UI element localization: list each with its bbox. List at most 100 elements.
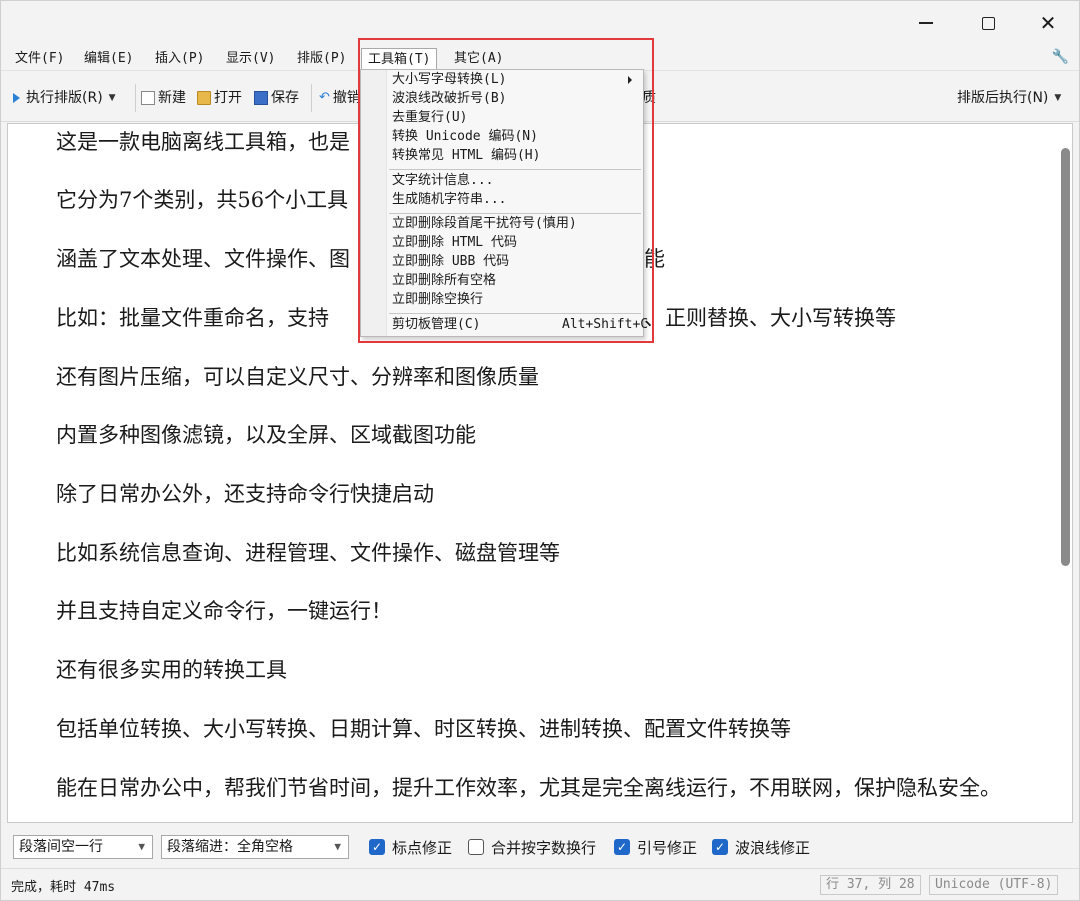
- undo-label: 撤销: [332, 90, 361, 106]
- title-bar: ✕: [1, 1, 1079, 45]
- menu-item-strip-spaces[interactable]: 立即删除所有空格: [392, 272, 496, 290]
- menu-item-tilde-to-dash[interactable]: 波浪线改破折号(B): [392, 90, 506, 108]
- chevron-down-icon: ▼: [138, 840, 145, 853]
- menu-item-strip-empty-lines[interactable]: 立即删除空换行: [392, 291, 483, 309]
- editor-paragraph: 能在日常办公中，帮我们节省时间，提升工作效率，尤其是完全离线运行，不用联网，保护…: [56, 776, 1001, 800]
- paragraph-indent-value: 段落缩进：全角空格: [167, 839, 293, 855]
- menu-other[interactable]: 其它(A): [448, 48, 509, 69]
- menu-item-strip-ubb[interactable]: 立即删除 UBB 代码: [392, 253, 509, 271]
- menu-item-html-entity-convert[interactable]: 转换常见 HTML 编码(H): [392, 147, 540, 165]
- menu-view[interactable]: 显示(V): [220, 48, 281, 69]
- menu-item-label: 剪切板管理(C): [392, 317, 481, 332]
- paragraph-indent-select[interactable]: 段落缩进：全角空格 ▼: [161, 835, 349, 859]
- save-icon: [254, 91, 268, 105]
- new-label: 新建: [158, 90, 186, 106]
- menu-item-strip-edge-symbols[interactable]: 立即删除段首尾干扰符号(慎用): [392, 215, 577, 233]
- checkbox-label: 波浪线修正: [735, 838, 811, 857]
- run-layout-label: 执行排版(R): [26, 90, 103, 106]
- editor-paragraph-tail: 、正则替换、大小写转换等: [644, 306, 896, 330]
- menu-separator: [389, 313, 641, 314]
- menu-edit[interactable]: 编辑(E): [78, 48, 139, 69]
- editor-paragraph: 还有很多实用的转换工具: [56, 658, 287, 682]
- options-bar: 段落间空一行 ▼ 段落缩进：全角空格 ▼ ✓ 标点修正 合并按字数换行 ✓ 引号…: [1, 824, 1079, 869]
- editor-paragraph: 除了日常办公外，还支持命令行快捷启动: [56, 482, 434, 506]
- chevron-down-icon[interactable]: ▼: [1054, 88, 1061, 108]
- after-layout-label: 排版后执行(N): [957, 90, 1049, 106]
- editor-paragraph: 比如：批量文件重命名，支持: [56, 306, 329, 330]
- status-bar: 完成，耗时 47ms 行 37, 列 28 Unicode (UTF-8): [1, 870, 1079, 900]
- quote-fix-checkbox[interactable]: ✓ 引号修正: [614, 837, 697, 857]
- checkbox-label: 标点修正: [392, 838, 453, 857]
- menu-item-case-convert[interactable]: 大小写字母转换(L): [392, 71, 640, 89]
- undo-icon: ↶: [319, 90, 330, 105]
- play-icon: [13, 93, 20, 103]
- menu-item-shortcut: Alt+Shift+C: [562, 317, 649, 332]
- editor-paragraph: 它分为7个类别，共56个小工具: [56, 188, 349, 212]
- open-button[interactable]: 打开: [197, 88, 242, 108]
- toolbar-divider: [135, 84, 136, 112]
- folder-icon: [197, 91, 211, 105]
- punctuation-fix-checkbox[interactable]: ✓ 标点修正: [369, 837, 452, 857]
- wrench-icon[interactable]: 🔧: [1052, 49, 1069, 65]
- editor-paragraph: 还有图片压缩，可以自定义尺寸、分辨率和图像质量: [56, 365, 539, 389]
- menu-item-unicode-convert[interactable]: 转换 Unicode 编码(N): [392, 128, 538, 146]
- menu-bar: 文件(F) 编辑(E) 插入(P) 显示(V) 排版(P) 工具箱(T) 其它(…: [1, 45, 1079, 71]
- toolbar-hidden-item[interactable]: 质: [642, 88, 656, 108]
- menu-icon-gutter: [361, 70, 387, 336]
- checkbox-unchecked-icon: [468, 839, 484, 855]
- close-icon: ✕: [1039, 11, 1057, 35]
- menu-item-random-string[interactable]: 生成随机字符串...: [392, 191, 506, 209]
- submenu-arrow-icon: [628, 76, 632, 84]
- app-window: ✕ 文件(F) 编辑(E) 插入(P) 显示(V) 排版(P) 工具箱(T) 其…: [0, 0, 1080, 901]
- editor-paragraph-tail: 能: [644, 247, 665, 271]
- new-file-icon: [141, 91, 155, 105]
- editor-paragraph: 比如系统信息查询、进程管理、文件操作、磁盘管理等: [56, 541, 560, 565]
- menu-toolbox[interactable]: 工具箱(T): [361, 48, 438, 71]
- save-label: 保存: [271, 90, 299, 106]
- chevron-down-icon[interactable]: ▼: [109, 88, 116, 108]
- minimize-button[interactable]: [895, 1, 957, 45]
- menu-insert[interactable]: 插入(P): [149, 48, 210, 69]
- toolbar-partial-label: 质: [642, 90, 656, 106]
- new-button[interactable]: 新建: [141, 88, 186, 108]
- menu-item-text-stats[interactable]: 文字统计信息...: [392, 172, 493, 190]
- checkbox-checked-icon: ✓: [614, 839, 630, 855]
- toolbar-divider: [311, 84, 312, 112]
- editor-paragraph: 并且支持自定义命令行，一键运行！: [56, 599, 392, 623]
- paragraph-spacing-value: 段落间空一行: [19, 839, 103, 855]
- menu-item-strip-html[interactable]: 立即删除 HTML 代码: [392, 234, 517, 252]
- menu-item-dedupe-lines[interactable]: 去重复行(U): [392, 109, 467, 127]
- checkbox-checked-icon: ✓: [369, 839, 385, 855]
- editor-paragraph: 包括单位转换、大小写转换、日期计算、时区转换、进制转换、配置文件转换等: [56, 717, 791, 741]
- run-layout-button[interactable]: 执行排版(R) ▼: [13, 88, 116, 108]
- toolbox-dropdown-menu: 大小写字母转换(L) 波浪线改破折号(B) 去重复行(U) 转换 Unicode…: [360, 69, 648, 337]
- maximize-button[interactable]: [957, 1, 1019, 45]
- after-layout-run-button[interactable]: 排版后执行(N) ▼: [957, 88, 1061, 108]
- close-button[interactable]: ✕: [1017, 1, 1079, 45]
- checkbox-label: 合并按字数换行: [491, 838, 597, 857]
- menu-item-label: 大小写字母转换(L): [392, 72, 507, 87]
- minimize-icon: [919, 22, 933, 24]
- merge-by-length-checkbox[interactable]: 合并按字数换行: [468, 837, 596, 857]
- menu-separator: [389, 169, 641, 170]
- tilde-fix-checkbox[interactable]: ✓ 波浪线修正: [712, 837, 810, 857]
- vertical-scrollbar[interactable]: [1061, 148, 1070, 566]
- chevron-down-icon: ▼: [334, 840, 341, 853]
- cursor-position: 行 37, 列 28: [820, 875, 921, 895]
- save-button[interactable]: 保存: [254, 88, 299, 108]
- menu-file[interactable]: 文件(F): [9, 48, 70, 69]
- editor-paragraph: 涵盖了文本处理、文件操作、图: [56, 247, 350, 271]
- maximize-icon: [981, 16, 995, 30]
- paragraph-spacing-select[interactable]: 段落间空一行 ▼: [13, 835, 153, 859]
- menu-layout[interactable]: 排版(P): [291, 48, 352, 69]
- menu-separator: [389, 213, 641, 214]
- open-label: 打开: [214, 90, 242, 106]
- status-message: 完成，耗时 47ms: [11, 880, 116, 895]
- encoding-indicator: Unicode (UTF-8): [929, 875, 1059, 895]
- checkbox-checked-icon: ✓: [712, 839, 728, 855]
- menu-item-clipboard-manager[interactable]: 剪切板管理(C) Alt+Shift+C: [392, 316, 648, 334]
- editor-paragraph: 这是一款电脑离线工具箱，也是: [56, 130, 350, 154]
- editor-paragraph: 内置多种图像滤镜，以及全屏、区域截图功能: [56, 423, 476, 447]
- undo-button[interactable]: ↶ 撤销: [319, 88, 361, 108]
- checkbox-label: 引号修正: [637, 838, 698, 857]
